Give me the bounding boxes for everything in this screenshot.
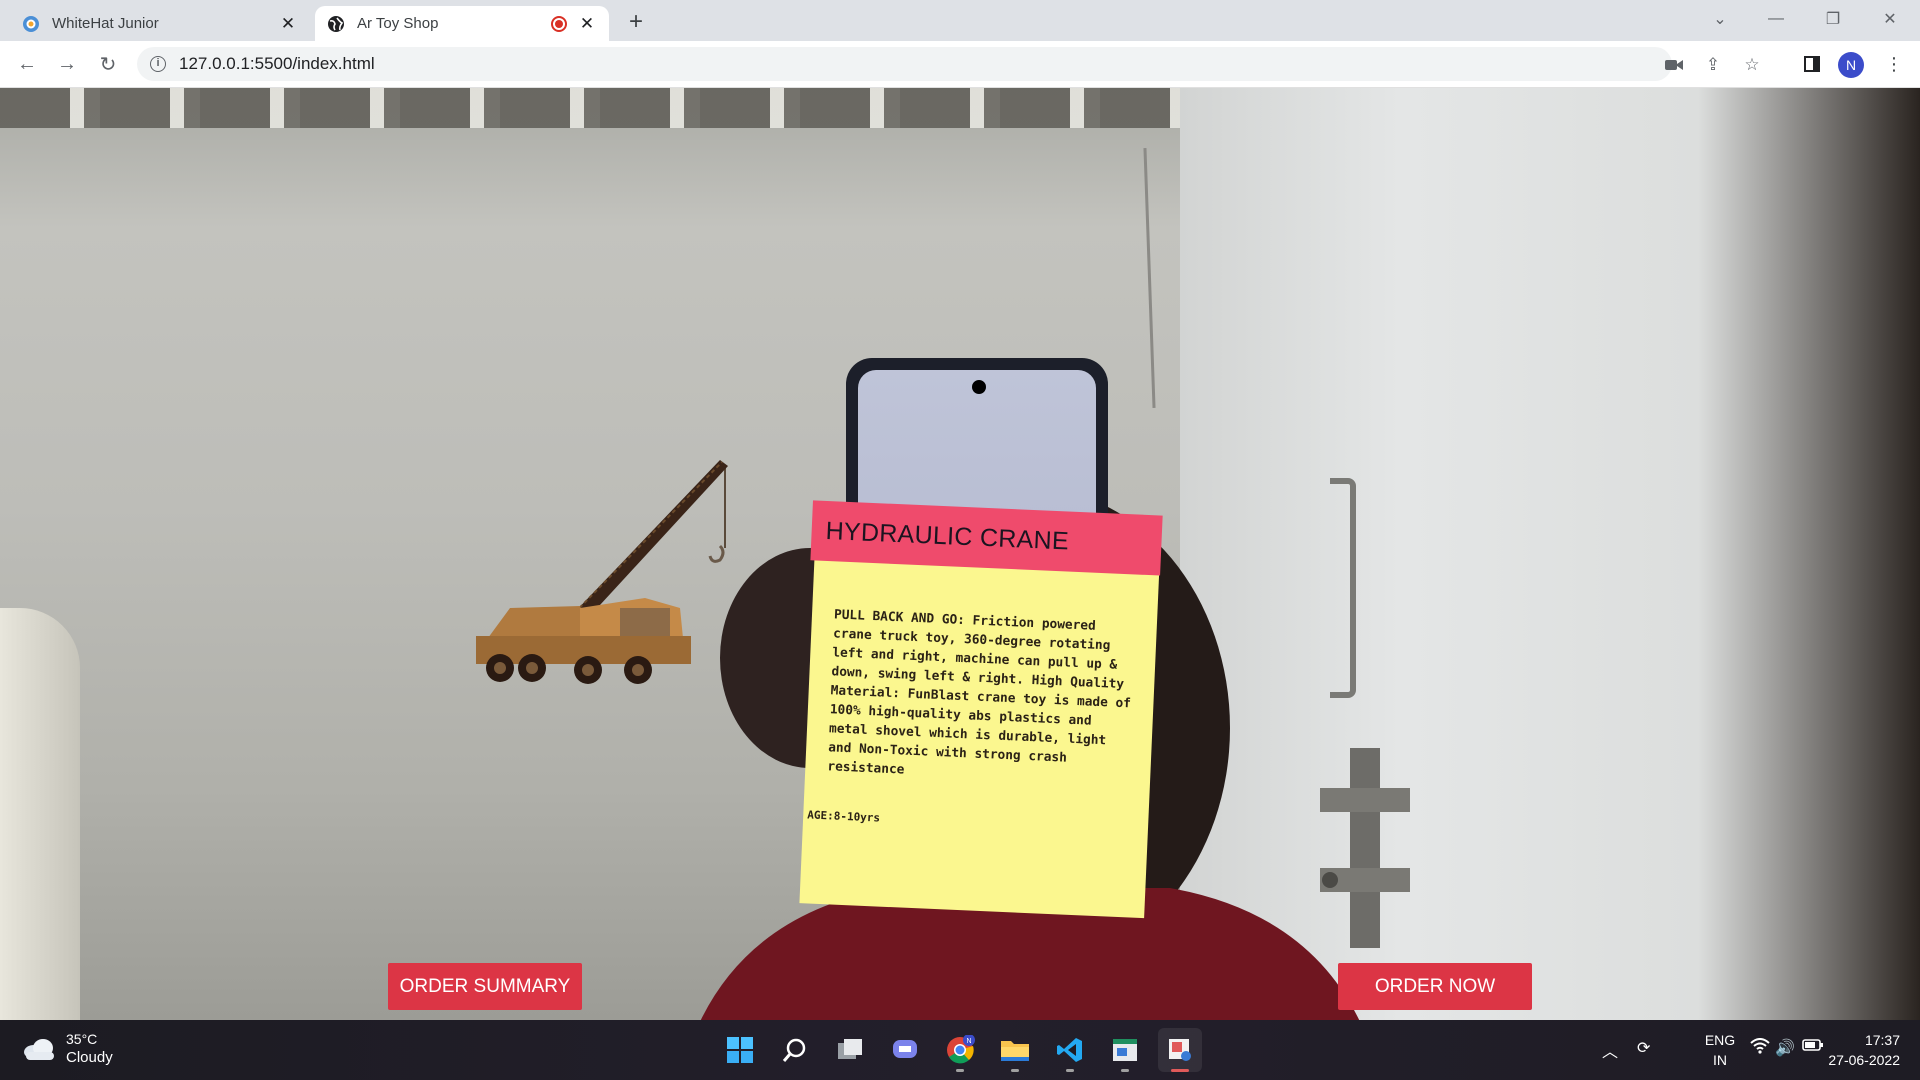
background-object <box>0 608 80 1020</box>
sync-icon[interactable]: ⟳ <box>1637 1038 1650 1058</box>
show-hidden-icons-chevron-icon[interactable]: ︿ <box>1602 1038 1618 1062</box>
back-arrow-icon[interactable]: ← <box>12 49 42 79</box>
weather-temperature: 35°C <box>66 1031 98 1047</box>
order-summary-button[interactable]: ORDER SUMMARY <box>388 963 582 1010</box>
cloud-icon <box>24 1039 54 1060</box>
toy-info-body: PULL BACK AND GO: Friction powered crane… <box>799 558 1160 919</box>
phone-camera <box>972 380 986 394</box>
windows-taskbar: 35°C Cloudy N ︿ ⟳ ENG IN 🔊 17:37 27-06-2… <box>0 1020 1920 1080</box>
region-code: IN <box>1713 1052 1727 1068</box>
site-info-icon[interactable]: i <box>150 56 166 72</box>
tab-whitehat-junior[interactable]: WhiteHat Junior ✕ <box>10 6 310 41</box>
url-text[interactable]: 127.0.0.1:5500/index.html <box>179 54 375 74</box>
background-wire <box>1143 148 1156 408</box>
close-window-button[interactable]: ✕ <box>1870 4 1910 34</box>
toy-info-card: PULL BACK AND GO: Friction powered crane… <box>799 500 1168 921</box>
language-indicator[interactable]: ENG IN <box>1700 1030 1740 1070</box>
globe-icon <box>328 15 344 32</box>
chrome-menu-icon[interactable]: ⋮ <box>1880 50 1908 78</box>
toy-description: PULL BACK AND GO: Friction powered crane… <box>827 607 1132 778</box>
start-icon[interactable] <box>718 1028 762 1072</box>
new-tab-button[interactable]: + <box>622 8 650 36</box>
order-now-button[interactable]: ORDER NOW <box>1338 963 1532 1010</box>
language-code: ENG <box>1704 1032 1736 1048</box>
minimize-button[interactable]: — <box>1756 4 1796 34</box>
task-view-icon[interactable] <box>828 1028 872 1072</box>
tab-title: Ar Toy Shop <box>357 15 439 32</box>
chrome-icon[interactable]: N <box>938 1028 982 1072</box>
svg-text:N: N <box>967 1038 972 1045</box>
address-bar[interactable]: i 127.0.0.1:5500/index.html ⇪ ☆ <box>137 47 1760 81</box>
notepad-icon[interactable] <box>1103 1028 1147 1072</box>
restore-button[interactable]: ❐ <box>1813 4 1853 34</box>
bookmark-star-icon[interactable]: ☆ <box>1742 55 1762 74</box>
clock-time: 17:37 <box>1864 1032 1900 1048</box>
toy-age: AGE:8-10yrs <box>806 808 881 825</box>
teams-chat-icon[interactable] <box>883 1028 927 1072</box>
snipping-tool-icon[interactable] <box>1158 1028 1202 1072</box>
background-window <box>0 88 1200 128</box>
share-icon[interactable]: ⇪ <box>1703 55 1723 74</box>
volume-icon[interactable]: 🔊 <box>1775 1038 1795 1058</box>
whitehat-icon <box>23 15 39 32</box>
tab-ar-toy-shop[interactable]: Ar Toy Shop ✕ <box>315 6 609 41</box>
forward-arrow-icon[interactable]: → <box>52 49 82 79</box>
search-icon[interactable] <box>773 1028 817 1072</box>
browser-tab-bar: WhiteHat Junior ✕ Ar Toy Shop ✕ + ⌄ — ❐ … <box>0 0 1920 41</box>
recording-icon <box>551 15 567 32</box>
profile-avatar[interactable]: N <box>1838 52 1864 78</box>
ar-camera-view: PULL BACK AND GO: Friction powered crane… <box>0 88 1920 1020</box>
toy-name: HYDRAULIC CRANE <box>825 516 1070 556</box>
clock[interactable]: 17:37 27-06-2022 <box>1808 1030 1900 1070</box>
wifi-icon[interactable] <box>1750 1038 1770 1059</box>
vscode-icon[interactable] <box>1048 1028 1092 1072</box>
crane-3d-model[interactable] <box>470 458 740 698</box>
weather-widget[interactable]: 35°C Cloudy <box>22 1030 113 1068</box>
close-tab-icon[interactable]: ✕ <box>278 14 298 34</box>
clock-date: 27-06-2022 <box>1828 1052 1900 1068</box>
tab-title: WhiteHat Junior <box>52 15 159 32</box>
tab-search-chevron-icon[interactable]: ⌄ <box>1700 4 1740 34</box>
browser-toolbar: ← → ↻ i 127.0.0.1:5500/index.html ⇪ ☆ N … <box>0 41 1920 88</box>
side-panel-icon[interactable] <box>1798 50 1826 78</box>
close-tab-icon[interactable]: ✕ <box>577 14 597 34</box>
weather-condition: Cloudy <box>66 1049 113 1066</box>
camera-in-use-icon[interactable] <box>1664 56 1684 74</box>
file-explorer-icon[interactable] <box>993 1028 1037 1072</box>
reload-icon[interactable]: ↻ <box>93 49 123 79</box>
